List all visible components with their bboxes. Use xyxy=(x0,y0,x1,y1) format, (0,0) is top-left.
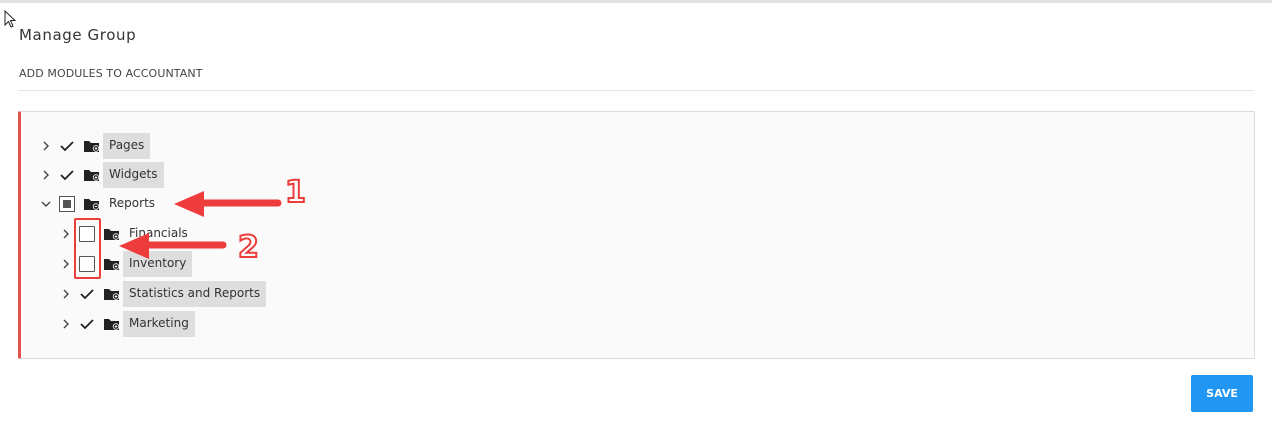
chevron-right-icon[interactable] xyxy=(60,288,72,300)
folder-icon xyxy=(83,139,101,153)
tree-node-reports: Reports xyxy=(40,189,161,219)
chevron-right-icon[interactable] xyxy=(40,140,52,152)
tree-node-widgets: Widgets xyxy=(40,160,164,190)
tree-node-label[interactable]: Pages xyxy=(103,133,151,159)
annotation-number-1: 1 xyxy=(284,174,307,211)
tree-node-pages: Pages xyxy=(40,131,151,161)
page-title: Manage Group xyxy=(19,26,137,44)
tree-node-statistics-and-reports: Statistics and Reports xyxy=(60,279,267,309)
checkbox-checked[interactable] xyxy=(59,138,75,154)
folder-icon xyxy=(83,168,101,182)
chevron-right-icon[interactable] xyxy=(40,169,52,181)
annotation-number-2: 2 xyxy=(237,229,260,266)
chevron-right-icon[interactable] xyxy=(60,258,72,270)
mouse-cursor-icon xyxy=(4,10,17,28)
tree-node-marketing: Marketing xyxy=(60,309,195,339)
tree-node-label[interactable]: Reports xyxy=(103,191,161,217)
annotation-highlight-box xyxy=(74,218,101,279)
tree-node-label[interactable]: Marketing xyxy=(123,311,195,337)
chevron-right-icon[interactable] xyxy=(60,228,72,240)
folder-icon xyxy=(103,287,121,301)
checkbox-partial[interactable] xyxy=(59,196,75,212)
page-subtitle: ADD MODULES TO ACCOUNTANT xyxy=(19,67,203,80)
folder-icon xyxy=(103,317,121,331)
checkbox-checked[interactable] xyxy=(59,167,75,183)
chevron-right-icon[interactable] xyxy=(60,318,72,330)
chevron-down-icon[interactable] xyxy=(40,198,52,210)
save-button[interactable]: SAVE xyxy=(1191,375,1253,412)
top-border xyxy=(0,0,1272,3)
checkbox-checked[interactable] xyxy=(79,316,95,332)
tree-node-label[interactable]: Widgets xyxy=(103,162,164,188)
divider xyxy=(18,90,1254,91)
folder-open-icon xyxy=(83,197,101,211)
checkbox-checked[interactable] xyxy=(79,286,95,302)
tree-node-label[interactable]: Statistics and Reports xyxy=(123,281,267,307)
annotation-arrow-1-icon xyxy=(174,191,282,217)
annotation-arrow-2-icon xyxy=(119,233,227,259)
